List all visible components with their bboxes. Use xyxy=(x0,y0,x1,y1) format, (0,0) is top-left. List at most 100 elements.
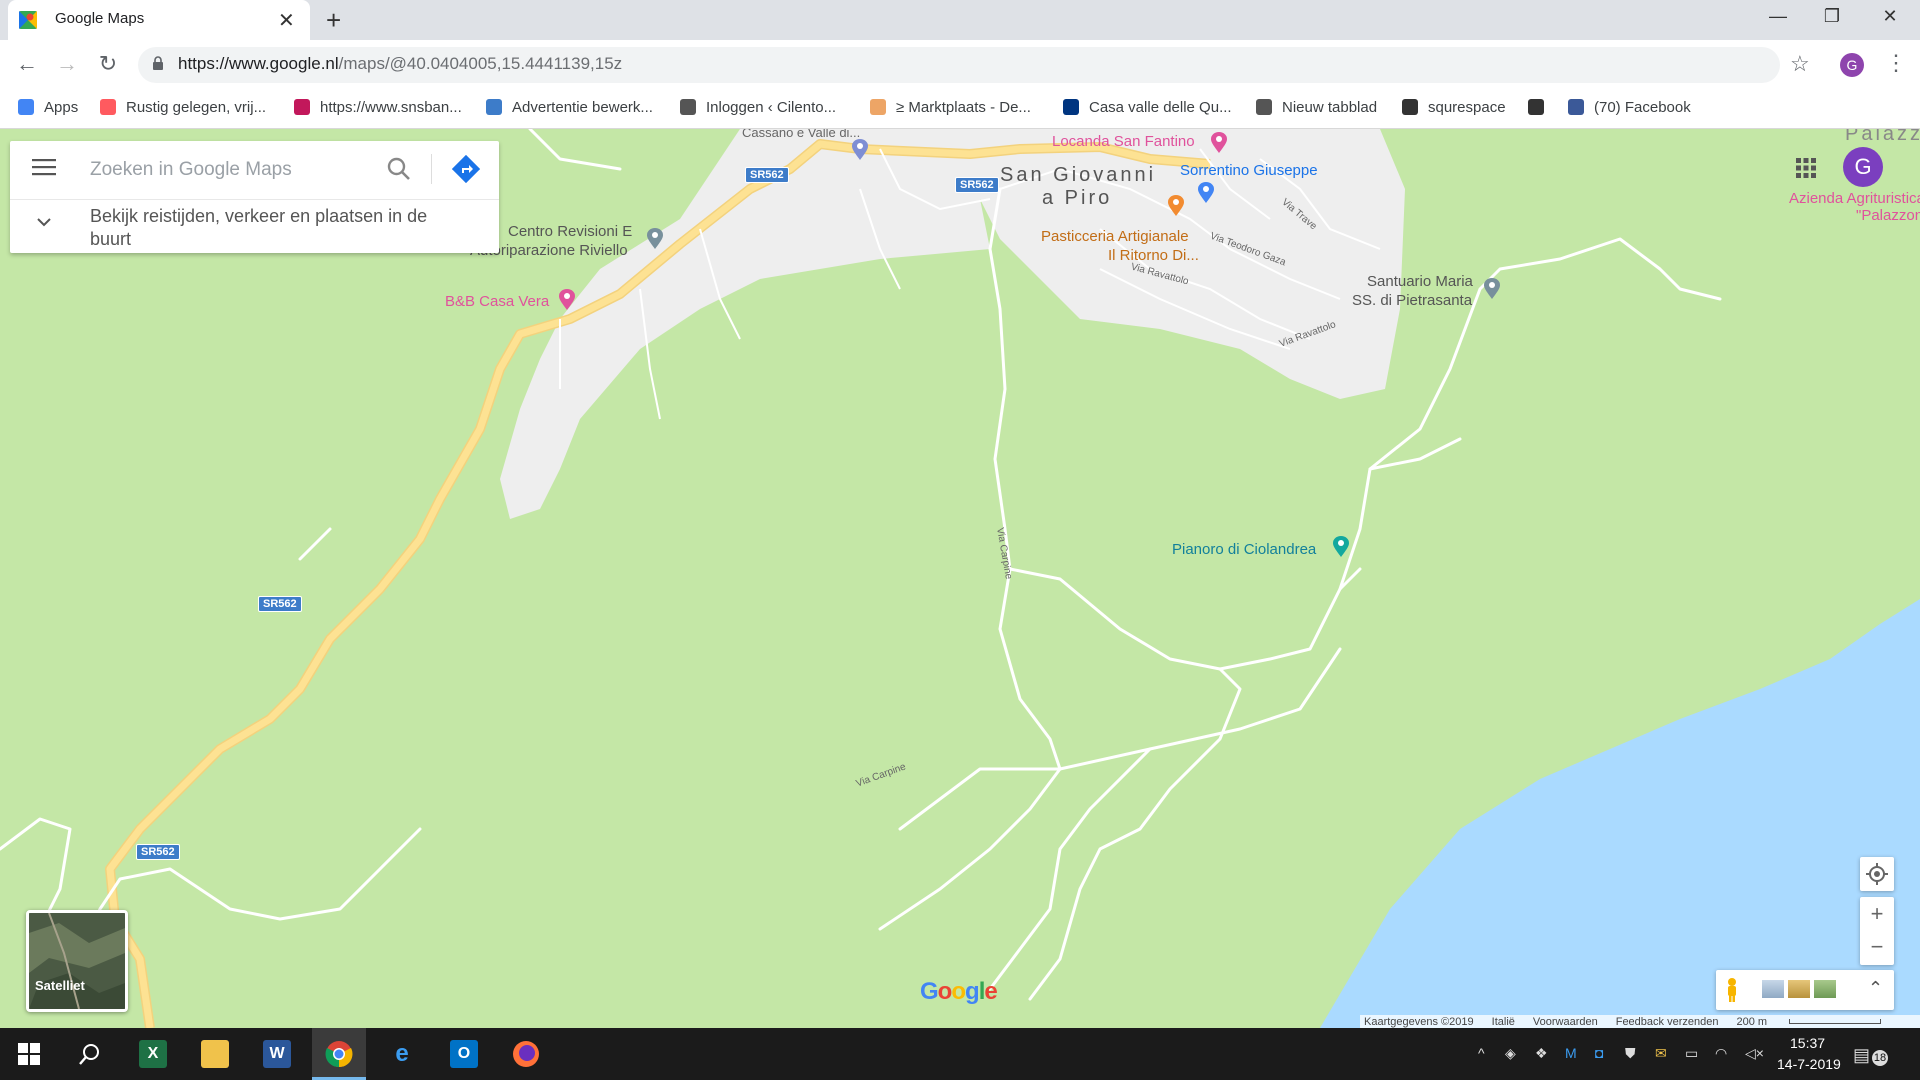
pegman-icon[interactable] xyxy=(1724,977,1740,1003)
tab-google-maps[interactable] xyxy=(8,0,310,40)
search-icon[interactable] xyxy=(386,156,412,182)
scale-label[interactable]: 200 m xyxy=(1736,1016,1767,1028)
new-tab-button[interactable]: + xyxy=(326,6,341,34)
bookmark-item[interactable]: https://www.snsban... xyxy=(294,96,462,118)
bookmark-item[interactable]: Apps xyxy=(18,96,78,118)
travel-times-hint[interactable]: Bekijk reistijden, verkeer en plaatsen i… xyxy=(90,205,470,251)
excel-icon[interactable]: X xyxy=(139,1040,167,1068)
globe-icon xyxy=(680,99,696,115)
clock-date[interactable]: 14-7-2019 xyxy=(1777,1056,1841,1072)
restore-icon[interactable]: ❐ xyxy=(1812,6,1852,27)
close-window-icon[interactable]: ✕ xyxy=(1870,6,1910,27)
reload-icon[interactable]: ↻ xyxy=(93,51,123,77)
bookmark-item[interactable]: squrespace xyxy=(1402,96,1506,118)
my-location-button[interactable] xyxy=(1860,857,1894,891)
attribution-bar: Kaartgegevens ©2019 Italië Voorwaarden F… xyxy=(1360,1015,1920,1028)
chevron-down-icon[interactable] xyxy=(36,216,52,228)
poi-centro-revisioni-line1[interactable]: Centro Revisioni E xyxy=(508,223,632,240)
tray-dropbox-icon[interactable]: ◈ xyxy=(1505,1045,1516,1062)
country-link[interactable]: Italië xyxy=(1492,1016,1515,1028)
shop-pin-icon[interactable] xyxy=(1197,182,1215,204)
action-center-icon[interactable]: ▤ xyxy=(1853,1045,1870,1066)
zoom-out-button[interactable]: − xyxy=(1860,932,1894,962)
marktplaats-icon xyxy=(870,99,886,115)
tray-malwarebytes-icon[interactable]: M xyxy=(1565,1045,1577,1061)
tray-outlook-icon[interactable]: ◘ xyxy=(1595,1045,1603,1061)
bookmark-label: Inloggen ‹ Cilento... xyxy=(706,98,837,116)
bike-thumbnail[interactable] xyxy=(1814,980,1836,998)
traffic-thumbnail[interactable] xyxy=(1788,980,1810,998)
card-divider xyxy=(10,199,499,200)
poi-azienda-agrituristica-line1[interactable]: Azienda Agrituristica xyxy=(1789,190,1920,207)
map-base-layer xyxy=(0,129,1920,1028)
place-pin-icon[interactable] xyxy=(851,139,869,161)
bookmark-item[interactable]: Inloggen ‹ Cilento... xyxy=(680,96,836,118)
taskbar-search-icon[interactable] xyxy=(78,1042,102,1066)
bookmark-label: Advertentie bewerk... xyxy=(512,98,653,116)
google-apps-icon[interactable] xyxy=(1796,158,1816,178)
tray-dropbox-sync-icon[interactable]: ❖ xyxy=(1535,1045,1548,1062)
tray-mail-icon[interactable]: ✉ xyxy=(1655,1045,1667,1062)
church-pin-icon[interactable] xyxy=(1483,278,1501,300)
bookmark-label: https://www.snsban... xyxy=(320,98,462,116)
map-canvas[interactable]: SR562 SR562 SR562 SR562 San Giovanni a P… xyxy=(0,129,1920,1028)
tray-chevron-up-icon[interactable]: ^ xyxy=(1478,1045,1485,1061)
poi-pianoro-di-ciolandrea[interactable]: Pianoro di Ciolandrea xyxy=(1172,541,1316,558)
poi-locanda-san-fantino[interactable]: Locanda San Fantino xyxy=(1052,133,1195,150)
poi-pasticceria-line1[interactable]: Pasticceria Artigianale xyxy=(1041,228,1189,245)
back-arrow-icon[interactable]: ← xyxy=(12,51,42,77)
poi-bb-casa-vera[interactable]: B&B Casa Vera xyxy=(445,293,549,310)
clock-time[interactable]: 15:37 xyxy=(1790,1035,1825,1051)
firefox-icon[interactable] xyxy=(512,1040,540,1068)
chrome-icon[interactable] xyxy=(325,1040,353,1068)
account-avatar[interactable]: G xyxy=(1843,147,1883,187)
scale-bar[interactable] xyxy=(1789,1019,1882,1024)
windows-start-icon[interactable] xyxy=(18,1043,40,1065)
bookmark-item[interactable] xyxy=(1528,96,1554,118)
hamburger-menu-icon[interactable] xyxy=(32,158,56,176)
hotel-pin-icon[interactable] xyxy=(558,289,576,311)
url-text[interactable]: https://www.google.nl/maps/@40.0404005,1… xyxy=(178,54,622,74)
directions-icon[interactable] xyxy=(452,155,480,183)
bookmark-item[interactable]: Rustig gelegen, vrij... xyxy=(100,96,266,118)
satellite-layer-toggle[interactable] xyxy=(26,910,128,1012)
tray-volume-muted-icon[interactable]: ◁× xyxy=(1745,1045,1764,1062)
tray-battery-icon[interactable]: ▭ xyxy=(1685,1045,1698,1062)
word-icon[interactable]: W xyxy=(263,1040,291,1068)
home-icon xyxy=(486,99,502,115)
bookmark-item[interactable]: Casa valle delle Qu... xyxy=(1063,96,1232,118)
terms-link[interactable]: Voorwaarden xyxy=(1533,1016,1598,1028)
place-pin-icon[interactable] xyxy=(646,228,664,250)
town-label[interactable]: San Giovanni xyxy=(1000,164,1156,187)
tray-wifi-icon[interactable]: ◠ xyxy=(1715,1045,1727,1062)
outlook-icon[interactable]: O xyxy=(450,1040,478,1068)
bookmark-item[interactable]: (70) Facebook xyxy=(1568,96,1691,118)
feedback-link[interactable]: Feedback verzenden xyxy=(1616,1016,1719,1028)
poi-santuario-line1[interactable]: Santuario Maria xyxy=(1367,273,1473,290)
search-input[interactable] xyxy=(88,154,372,186)
tray-security-icon[interactable]: ⛊ xyxy=(1625,1045,1636,1062)
terrain-thumbnail[interactable] xyxy=(1762,980,1784,998)
tab-title: Google Maps xyxy=(55,10,145,27)
browser-profile-avatar[interactable]: G xyxy=(1840,53,1864,77)
bookmark-label: Nieuw tabblad xyxy=(1282,98,1378,116)
edge-icon[interactable]: e xyxy=(388,1040,416,1068)
file-explorer-icon[interactable] xyxy=(201,1040,229,1068)
browser-menu-icon[interactable]: ⋮ xyxy=(1885,50,1907,76)
booking-icon xyxy=(1063,99,1079,115)
poi-sorrentino-giuseppe[interactable]: Sorrentino Giuseppe xyxy=(1180,162,1318,179)
forward-arrow-icon[interactable]: → xyxy=(52,51,82,77)
minimize-icon[interactable]: — xyxy=(1758,6,1798,27)
bookmark-item[interactable]: Nieuw tabblad xyxy=(1256,96,1377,118)
poi-pasticceria-line2: Il Ritorno Di... xyxy=(1108,247,1199,264)
restaurant-pin-icon[interactable] xyxy=(1167,195,1185,217)
hotel-pin-icon[interactable] xyxy=(1210,132,1228,154)
bookmark-item[interactable]: ≥ Marktplaats - De... xyxy=(870,96,1031,118)
poi-santuario-line2: SS. di Pietrasanta xyxy=(1352,292,1473,309)
tab-close-icon[interactable]: ✕ xyxy=(278,8,295,33)
chevron-up-icon[interactable]: ⌃ xyxy=(1868,978,1883,999)
zoom-in-button[interactable]: + xyxy=(1860,899,1894,929)
park-pin-icon[interactable] xyxy=(1332,536,1350,558)
bookmark-star-icon[interactable]: ☆ xyxy=(1790,51,1810,77)
bookmark-item[interactable]: Advertentie bewerk... xyxy=(486,96,653,118)
